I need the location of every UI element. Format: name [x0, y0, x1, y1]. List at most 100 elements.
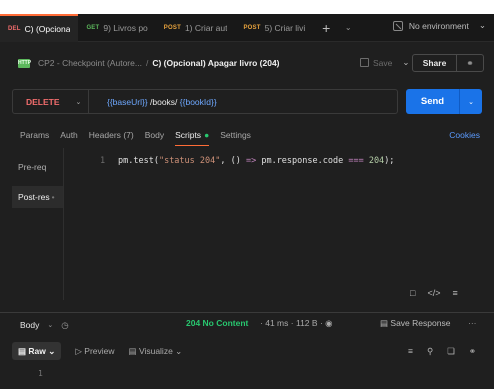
response-line-number: 1 — [38, 369, 43, 378]
tab-params[interactable]: Params — [20, 124, 49, 146]
url-path: /books/ — [147, 96, 180, 107]
tab-delete-opcional[interactable]: DEL C) (Opciona — [0, 13, 79, 42]
status-badge[interactable]: 204 No Content — [186, 318, 248, 328]
history-icon[interactable]: ◷ — [61, 320, 68, 331]
environment-selector[interactable]: No environment ⌄ — [392, 20, 486, 31]
tab-settings[interactable]: Settings — [220, 124, 251, 146]
visualize-icon: ▤ — [128, 345, 137, 356]
share-label: Share — [413, 55, 457, 71]
no-environment-icon — [392, 20, 403, 31]
send-chevron-down-icon[interactable]: ⌄ — [460, 98, 482, 106]
new-tab-plus-icon[interactable]: + — [313, 20, 339, 36]
wrap-lines-icon[interactable]: ≡ — [408, 346, 413, 357]
network-globe-icon[interactable]: ◉ — [325, 318, 332, 328]
tab-get-livros[interactable]: GET 9) Livros po — [78, 14, 155, 42]
copy-icon[interactable]: ❏ — [447, 346, 455, 357]
tab-auth[interactable]: Auth — [60, 124, 78, 146]
sidebar-item-pre-request[interactable]: Pre-req — [12, 156, 63, 178]
cookies-link[interactable]: Cookies — [449, 130, 480, 140]
code-line: pm.test("status 204", () => pm.response.… — [118, 156, 394, 166]
top-strip — [0, 0, 494, 14]
tab-post-criar-livro[interactable]: POST 5) Criar livi — [235, 14, 313, 42]
url-variable-baseurl: {{baseUrl}} — [107, 96, 148, 107]
code-token: ); — [384, 156, 395, 166]
dot-separator: · — [319, 318, 323, 328]
more-options-icon[interactable]: ··· — [468, 318, 477, 328]
method-badge: POST — [243, 24, 261, 31]
save-label: Save — [373, 57, 393, 68]
code-string: "status 204" — [158, 156, 221, 166]
raw-format-selector[interactable]: ▤ Raw ⌄ — [12, 342, 62, 360]
method-chevron-down-icon: ⌄ — [75, 98, 82, 106]
code-icon[interactable]: </> — [427, 288, 440, 298]
send-button[interactable]: Send ⌄ — [406, 89, 482, 114]
sidebar-item-post-response[interactable]: Post-res • — [12, 186, 63, 208]
link-icon[interactable]: ⚭ — [469, 346, 476, 357]
save-response-button[interactable]: ▤ Save Response — [380, 318, 450, 329]
url-bar: DELETE ⌄ {{baseUrl}} /books/ {{bookId}} — [12, 89, 398, 114]
preview-button[interactable]: ▷ Preview — [75, 346, 114, 357]
save-chevron-down-icon[interactable]: ⌄ — [402, 57, 409, 68]
breadcrumb-collection[interactable]: CP2 - Checkpoint (Autore... — [38, 58, 142, 68]
response-view-toolbar: ▤ Raw ⌄ ▷ Preview ▤ Visualize ⌄ ≡ ⚲ ❏ ⚭ — [12, 341, 482, 361]
response-body-tab[interactable]: Body — [20, 320, 39, 330]
tab-body[interactable]: Body — [145, 124, 164, 146]
headers-count: (7) — [123, 130, 134, 140]
tab-post-criar-autor[interactable]: POST 1) Criar aut — [156, 14, 236, 42]
request-section-tabs: Params Auth Headers (7) Body Scripts ● Se… — [0, 124, 494, 146]
visualize-label: Visualize — [138, 345, 173, 356]
visualize-button[interactable]: ▤ Visualize ⌄ — [129, 346, 183, 357]
share-button[interactable]: Share ⚭ — [412, 54, 484, 72]
dot-separator: · — [260, 318, 263, 328]
method-selector[interactable]: DELETE ⌄ — [13, 90, 89, 113]
code-token: pm.test( — [118, 156, 159, 166]
http-request-icon: HTTP — [18, 58, 32, 68]
response-meta: · 41 ms · 112 B · ◉ — [260, 318, 333, 329]
post-response-label: Post-res — [18, 192, 50, 202]
preview-label: Preview — [84, 345, 115, 356]
breadcrumb-separator: / — [145, 58, 149, 68]
scripts-label: Scripts — [175, 130, 202, 140]
line-number: 1 — [100, 156, 106, 166]
code-number: 204 — [363, 156, 385, 166]
code-token: , () — [220, 156, 246, 166]
raw-label: Raw — [28, 346, 46, 356]
tab-title: 1) Criar aut — [184, 22, 228, 33]
tab-scripts[interactable]: Scripts ● — [175, 124, 210, 146]
response-time[interactable]: 41 ms — [265, 318, 288, 328]
tab-title: 9) Livros po — [103, 22, 148, 33]
format-icon[interactable]: ≡ — [452, 288, 457, 298]
save-response-label: Save Response — [390, 318, 451, 328]
post-response-dot-icon: • — [51, 192, 55, 202]
response-panel: Body ⌄ ◷ 204 No Content · 41 ms · 112 B … — [0, 312, 494, 389]
response-size[interactable]: 112 B — [296, 318, 318, 328]
search-icon[interactable]: ⚲ — [427, 346, 433, 357]
code-arrow: => — [245, 156, 257, 166]
url-input[interactable]: {{baseUrl}} /books/ {{bookId}} — [89, 97, 217, 107]
environment-chevron-down-icon: ⌄ — [478, 20, 486, 30]
tab-headers[interactable]: Headers (7) — [89, 124, 134, 146]
scripts-active-dot-icon: ● — [204, 130, 210, 140]
method-badge: DEL — [8, 25, 21, 32]
script-editor[interactable]: 1 pm.test("status 204", () => pm.respons… — [74, 148, 484, 298]
play-icon: ▷ — [75, 345, 82, 356]
save-response-icon: ▤ — [380, 318, 389, 328]
response-chevron-down-icon[interactable]: ⌄ — [47, 321, 53, 329]
method-badge: POST — [163, 24, 181, 31]
tabs-chevron-down-icon[interactable]: ⌄ — [339, 23, 357, 32]
link-icon[interactable]: ⚭ — [457, 58, 483, 69]
code-operator: === — [348, 156, 364, 166]
editor-toolbar: □ </> ≡ — [410, 288, 470, 298]
save-button[interactable]: Save ⌄ — [360, 57, 410, 68]
environment-label: No environment — [408, 20, 469, 31]
snippets-icon[interactable]: □ — [410, 288, 415, 298]
tab-title: C) (Opciona — [24, 23, 71, 34]
send-label: Send — [406, 89, 460, 114]
breadcrumb-request-name[interactable]: C) (Opcional) Apagar livro (204) — [152, 58, 279, 68]
script-section-sidebar: Pre-req Post-res • — [12, 148, 64, 300]
response-actions: ≡ ⚲ ❏ ⚭ — [394, 346, 476, 357]
method-badge: GET — [86, 24, 100, 31]
code-token: pm.response.code — [256, 156, 349, 166]
method-label: DELETE — [26, 96, 60, 107]
raw-icon: ▤ — [18, 346, 27, 356]
